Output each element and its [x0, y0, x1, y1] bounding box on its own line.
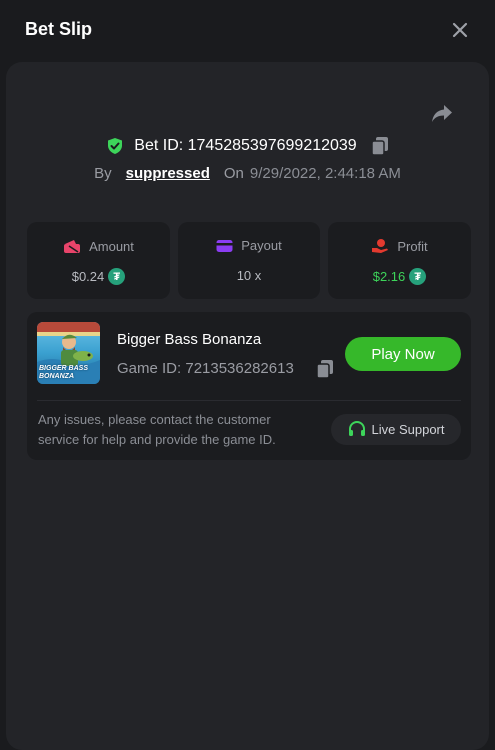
game-id: Game ID: 7213536282613	[117, 360, 294, 377]
profit-label: Profit	[397, 238, 428, 254]
bet-id-row: Bet ID: 1745285397699212039	[0, 136, 495, 156]
username-link[interactable]: suppressed	[126, 165, 210, 182]
live-support-button[interactable]: Live Support	[331, 414, 461, 445]
modal-title: Bet Slip	[25, 19, 93, 39]
share-icon	[432, 105, 452, 122]
wallet-icon	[64, 240, 81, 253]
game-card: BIGGER BASS BONANZA Bigger Bass Bonanza …	[27, 312, 471, 460]
close-button[interactable]	[449, 19, 471, 41]
payout-card: Payout 10 x	[178, 222, 320, 299]
payout-value: 10 x	[236, 268, 262, 283]
tether-icon: ₮	[108, 268, 126, 285]
game-name: Bigger Bass Bonanza	[117, 331, 262, 348]
bet-id: Bet ID: 1745285397699212039	[134, 137, 357, 154]
copy-icon[interactable]	[316, 359, 334, 379]
by-label: By	[94, 165, 112, 182]
amount-card: Amount $0.24 ₮	[27, 222, 170, 299]
card-icon	[216, 239, 233, 252]
on-label: On	[223, 165, 244, 182]
game-logo-text: BIGGER BASS BONANZA	[39, 365, 89, 380]
game-thumbnail[interactable]: BIGGER BASS BONANZA	[37, 322, 100, 384]
copy-icon[interactable]	[370, 136, 389, 156]
amount-label: Amount	[89, 238, 134, 254]
shield-check-icon	[108, 138, 123, 154]
payout-label: Payout	[241, 238, 282, 253]
live-support-label: Live Support	[371, 422, 445, 437]
profit-card: Profit $2.16 ₮	[328, 222, 471, 299]
close-icon	[452, 22, 468, 38]
play-now-button[interactable]: Play Now	[345, 337, 461, 371]
amount-value: $0.24	[71, 269, 105, 284]
headset-icon	[348, 421, 365, 436]
hand-coin-icon	[372, 239, 389, 253]
share-button[interactable]	[431, 104, 455, 126]
bet-meta-row: By suppressed On 9/29/2022, 2:44:18 AM	[0, 165, 495, 182]
divider	[37, 400, 461, 401]
profit-value: $2.16	[372, 269, 406, 284]
bet-slip-modal: Bet Slip Bet ID: 1745285397699212039 By …	[0, 0, 495, 750]
bet-datetime: 9/29/2022, 2:44:18 AM	[249, 165, 401, 182]
tether-icon: ₮	[409, 268, 427, 285]
support-notice: Any issues, please contact the customer …	[38, 412, 276, 447]
